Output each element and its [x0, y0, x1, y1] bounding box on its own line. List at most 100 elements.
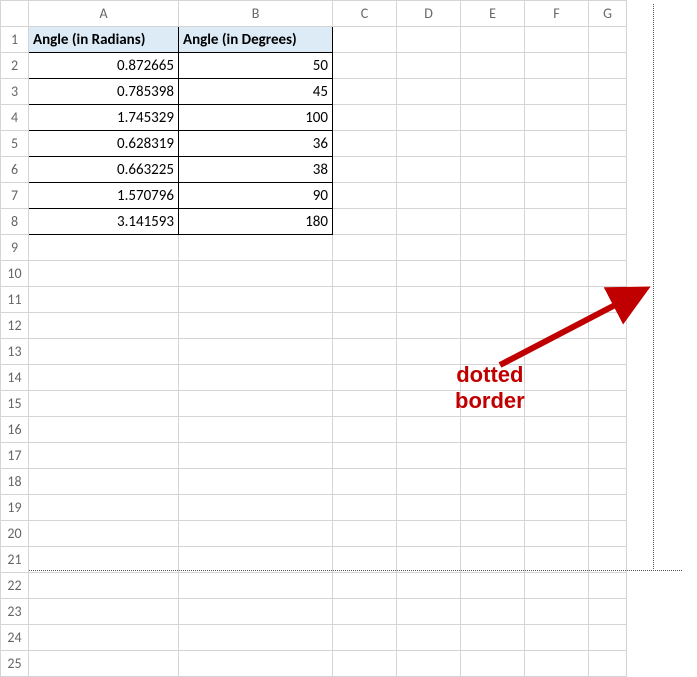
- cell[interactable]: [525, 339, 589, 365]
- cell[interactable]: [29, 651, 179, 677]
- cell[interactable]: [461, 625, 525, 651]
- cell[interactable]: [333, 79, 397, 105]
- col-header-F[interactable]: F: [525, 1, 589, 27]
- spreadsheet-grid[interactable]: A B C D E F G 1 Angle (in Radians) Angle…: [0, 0, 697, 677]
- cell-A7[interactable]: 1.570796: [29, 183, 179, 209]
- cell-A5[interactable]: 0.628319: [29, 131, 179, 157]
- cell[interactable]: [397, 53, 461, 79]
- cell-B7[interactable]: 90: [179, 183, 333, 209]
- cell[interactable]: [461, 79, 525, 105]
- cell[interactable]: [461, 521, 525, 547]
- cell[interactable]: [333, 27, 397, 53]
- cell[interactable]: [525, 209, 589, 235]
- cell[interactable]: [397, 235, 461, 261]
- cell[interactable]: [333, 651, 397, 677]
- cell[interactable]: [461, 391, 525, 417]
- row-header-10[interactable]: 10: [1, 261, 29, 287]
- row-header-25[interactable]: 25: [1, 651, 29, 677]
- cell[interactable]: [29, 313, 179, 339]
- cell[interactable]: [525, 625, 589, 651]
- col-header-B[interactable]: B: [179, 1, 333, 27]
- cell[interactable]: [29, 365, 179, 391]
- cell[interactable]: [525, 391, 589, 417]
- row-header-15[interactable]: 15: [1, 391, 29, 417]
- cell[interactable]: [179, 235, 333, 261]
- cell[interactable]: [589, 79, 627, 105]
- cell[interactable]: [397, 365, 461, 391]
- cell[interactable]: [397, 443, 461, 469]
- cell-A2[interactable]: 0.872665: [29, 53, 179, 79]
- cell[interactable]: [589, 599, 627, 625]
- cell[interactable]: [589, 495, 627, 521]
- cell[interactable]: [29, 625, 179, 651]
- cell[interactable]: [333, 339, 397, 365]
- cell[interactable]: [589, 313, 627, 339]
- row-header-16[interactable]: 16: [1, 417, 29, 443]
- cell[interactable]: [461, 417, 525, 443]
- cell[interactable]: [179, 573, 333, 599]
- cell[interactable]: [29, 573, 179, 599]
- cell-A1[interactable]: Angle (in Radians): [29, 27, 179, 53]
- cell[interactable]: [333, 573, 397, 599]
- cell[interactable]: [589, 183, 627, 209]
- col-header-C[interactable]: C: [333, 1, 397, 27]
- cell[interactable]: [525, 365, 589, 391]
- cell[interactable]: [179, 625, 333, 651]
- cell[interactable]: [179, 521, 333, 547]
- cell[interactable]: [589, 573, 627, 599]
- cell[interactable]: [333, 521, 397, 547]
- cell[interactable]: [397, 157, 461, 183]
- row-header-19[interactable]: 19: [1, 495, 29, 521]
- cell[interactable]: [525, 79, 589, 105]
- cell[interactable]: [461, 651, 525, 677]
- row-header-13[interactable]: 13: [1, 339, 29, 365]
- cell[interactable]: [461, 157, 525, 183]
- cell[interactable]: [461, 131, 525, 157]
- cell[interactable]: [461, 235, 525, 261]
- row-header-7[interactable]: 7: [1, 183, 29, 209]
- cell[interactable]: [525, 547, 589, 573]
- cell[interactable]: [397, 625, 461, 651]
- cell[interactable]: [179, 547, 333, 573]
- row-header-12[interactable]: 12: [1, 313, 29, 339]
- cell[interactable]: [589, 235, 627, 261]
- col-header-A[interactable]: A: [29, 1, 179, 27]
- row-header-5[interactable]: 5: [1, 131, 29, 157]
- cell[interactable]: [589, 365, 627, 391]
- cell[interactable]: [461, 27, 525, 53]
- cell[interactable]: [179, 365, 333, 391]
- row-header-17[interactable]: 17: [1, 443, 29, 469]
- row-header-24[interactable]: 24: [1, 625, 29, 651]
- cell[interactable]: [397, 599, 461, 625]
- cell[interactable]: [525, 599, 589, 625]
- cell[interactable]: [397, 495, 461, 521]
- cell[interactable]: [461, 313, 525, 339]
- cell[interactable]: [525, 235, 589, 261]
- cell[interactable]: [333, 313, 397, 339]
- cell[interactable]: [525, 417, 589, 443]
- cell[interactable]: [461, 443, 525, 469]
- cell[interactable]: [525, 313, 589, 339]
- row-header-3[interactable]: 3: [1, 79, 29, 105]
- cell[interactable]: [525, 495, 589, 521]
- cell[interactable]: [397, 651, 461, 677]
- cell[interactable]: [179, 287, 333, 313]
- cell[interactable]: [525, 261, 589, 287]
- cell[interactable]: [397, 209, 461, 235]
- cell[interactable]: [179, 313, 333, 339]
- cell[interactable]: [179, 469, 333, 495]
- cell[interactable]: [333, 495, 397, 521]
- cell[interactable]: [179, 261, 333, 287]
- cell[interactable]: [461, 547, 525, 573]
- cell[interactable]: [397, 183, 461, 209]
- row-header-2[interactable]: 2: [1, 53, 29, 79]
- cell[interactable]: [397, 105, 461, 131]
- row-header-23[interactable]: 23: [1, 599, 29, 625]
- cell[interactable]: [525, 183, 589, 209]
- cell[interactable]: [525, 157, 589, 183]
- cell[interactable]: [461, 287, 525, 313]
- cell[interactable]: [589, 625, 627, 651]
- cell[interactable]: [461, 53, 525, 79]
- cell[interactable]: [29, 469, 179, 495]
- row-header-21[interactable]: 21: [1, 547, 29, 573]
